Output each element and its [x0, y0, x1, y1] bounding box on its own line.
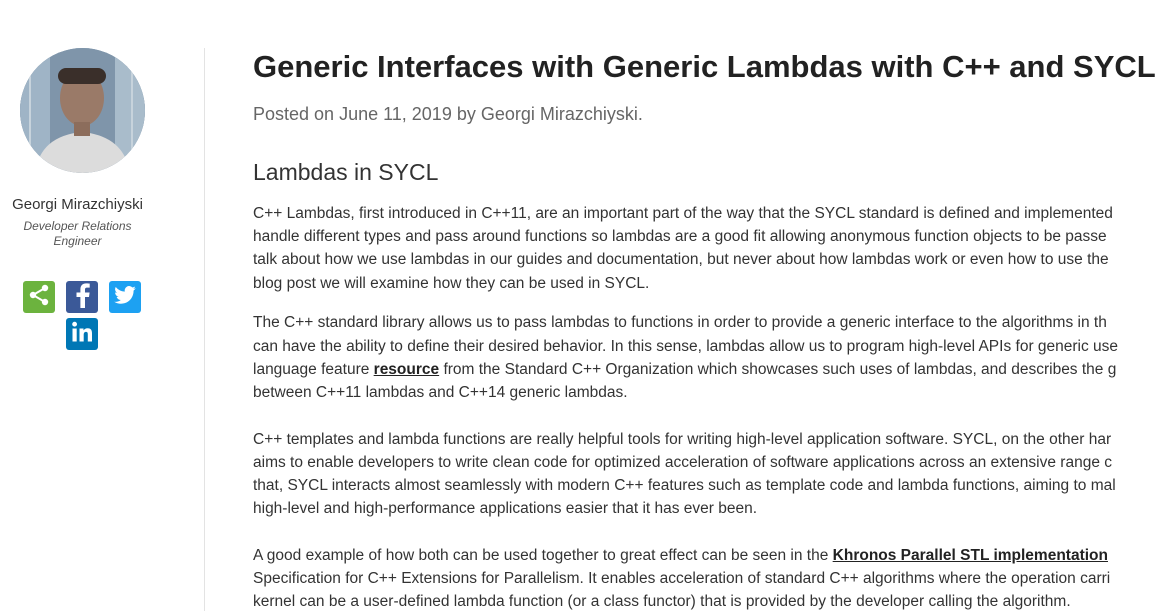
share-button[interactable] — [23, 281, 55, 313]
resource-link[interactable]: resource — [374, 361, 439, 378]
paragraph-line: The C++ standard library allows us to pa… — [253, 314, 1107, 331]
twitter-share-button[interactable] — [109, 281, 141, 313]
khronos-parallel-stl-link[interactable]: Khronos Parallel STL implementation — [833, 547, 1108, 564]
paragraph-line: handle different types and pass around f… — [253, 228, 1107, 245]
paragraph-line: talk about how we use lambdas in our gui… — [253, 251, 1109, 268]
author-title-line: Developer Relations — [23, 219, 132, 233]
facebook-share-button[interactable] — [66, 281, 98, 313]
twitter-icon — [114, 285, 136, 309]
avatar — [20, 48, 145, 173]
post-title: Generic Interfaces with Generic Lambdas … — [253, 49, 1155, 84]
post-meta: Posted on June 11, 2019 by Georgi Mirazc… — [253, 104, 643, 124]
paragraph-line: that, SYCL interacts almost seamlessly w… — [253, 477, 1116, 494]
paragraph-line: can have the ability to define their des… — [253, 338, 1119, 355]
paragraph-line: Specification for C++ Extensions for Par… — [253, 570, 1111, 587]
text-span: A good example of how both can be used t… — [253, 547, 833, 564]
author-sidebar: Georgi Mirazchiyski Developer Relations … — [0, 0, 165, 611]
paragraph-line: aims to enable developers to write clean… — [253, 454, 1112, 471]
paragraph-line: C++ templates and lambda functions are r… — [253, 431, 1112, 448]
paragraph-line: kernel can be a user-defined lambda func… — [253, 593, 1071, 610]
author-name: Georgi Mirazchiyski — [12, 196, 143, 213]
paragraph-line: between C++11 lambdas and C++14 generic … — [253, 384, 628, 401]
sidebar-divider — [204, 48, 205, 611]
facebook-icon — [72, 282, 92, 313]
author-title: Developer Relations Engineer — [0, 219, 155, 249]
linkedin-icon — [71, 321, 93, 348]
paragraph-line: blog post we will examine how they can b… — [253, 275, 650, 292]
paragraph-line: C++ Lambdas, first introduced in C++11, … — [253, 205, 1113, 222]
paragraph-line: high-level and high-performance applicat… — [253, 500, 758, 517]
text-span: from the Standard C++ Organization which… — [439, 361, 1117, 378]
author-title-line: Engineer — [53, 234, 102, 248]
paragraph-line: language feature resource from the Stand… — [253, 358, 1116, 381]
linkedin-share-button[interactable] — [66, 318, 98, 350]
section-heading: Lambdas in SYCL — [253, 159, 439, 185]
text-span: language feature — [253, 361, 374, 378]
share-icon — [28, 284, 50, 311]
paragraph-line: A good example of how both can be used t… — [253, 544, 1108, 567]
